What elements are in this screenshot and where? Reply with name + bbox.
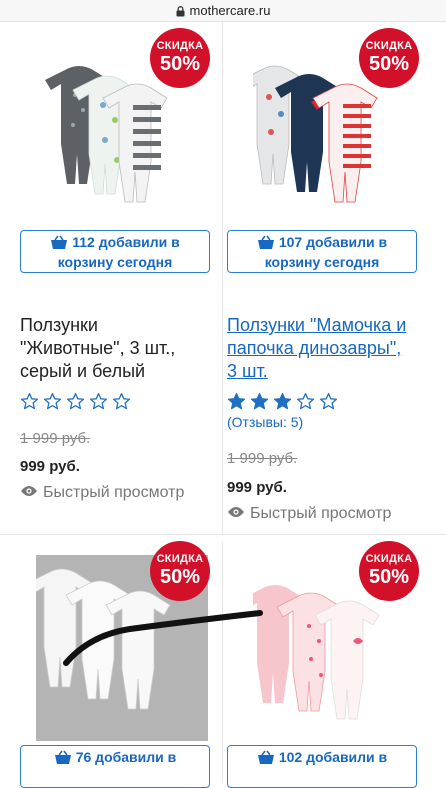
title-line: Ползунки [20, 315, 98, 335]
price: 999 руб. [20, 458, 80, 475]
rating-stars [227, 392, 338, 416]
eye-icon [227, 505, 245, 523]
star-icon [112, 392, 131, 416]
basket-icon [54, 750, 72, 769]
added-to-cart-counter[interactable]: 107 добавили в корзину сегодня [227, 230, 417, 273]
added-to-cart-counter[interactable]: 102 добавили в [227, 745, 417, 788]
star-icon [66, 392, 85, 416]
discount-badge: СКИДКА 50% [150, 541, 210, 601]
old-price: 1 999 руб. [20, 430, 91, 447]
badge-label: СКИДКА [156, 40, 204, 52]
product-card[interactable]: СКИДКА 50% 107 добавили в корзину сегодн… [223, 22, 446, 534]
quick-view-label: Быстрый просмотр [43, 484, 185, 501]
title-line: "Животные", 3 шт., [20, 338, 176, 358]
badge-percent: 50% [159, 566, 201, 588]
star-icon [296, 392, 315, 416]
star-icon [227, 392, 246, 416]
eye-icon [20, 484, 38, 502]
basket-icon [257, 750, 275, 769]
product-title[interactable]: Ползунки "Животные", 3 шт., серый и белы… [20, 314, 175, 383]
star-icon [20, 392, 39, 416]
address-bar[interactable]: mothercare.ru [0, 0, 446, 22]
counter-line1: 107 добавили в [278, 234, 388, 250]
counter-line1: 102 добавили в [278, 749, 388, 765]
star-icon [319, 392, 338, 416]
url-text: mothercare.ru [189, 3, 271, 18]
badge-percent: 50% [368, 566, 410, 588]
reviews-link[interactable]: (Отзывы: 5) [227, 414, 303, 430]
quick-view-label: Быстрый просмотр [250, 505, 392, 522]
old-price: 1 999 руб. [227, 450, 298, 467]
counter-line1: 112 добавили в [72, 234, 180, 250]
counter-line2: корзину сегодня [57, 254, 173, 270]
badge-percent: 50% [368, 53, 410, 75]
counter-line1: 76 добавили в [75, 749, 177, 765]
quick-view-link[interactable]: Быстрый просмотр [227, 505, 391, 523]
badge-label: СКИДКА [365, 40, 413, 52]
title-line: папочка динозавры", [227, 338, 402, 358]
title-line: 3 шт. [227, 361, 268, 381]
basket-icon [50, 235, 68, 254]
lock-icon [176, 5, 185, 16]
title-line: Ползунки "Мамочка и [227, 315, 407, 335]
basket-icon [257, 235, 275, 254]
star-icon [250, 392, 269, 416]
quick-view-link[interactable]: Быстрый просмотр [20, 484, 184, 502]
rating-stars [20, 392, 131, 416]
discount-badge: СКИДКА 50% [359, 541, 419, 601]
badge-percent: 50% [159, 53, 201, 75]
discount-badge: СКИДКА 50% [150, 28, 210, 88]
title-line: серый и белый [20, 361, 146, 381]
star-icon [89, 392, 108, 416]
added-to-cart-counter[interactable]: 76 добавили в [20, 745, 210, 788]
price: 999 руб. [227, 479, 287, 496]
star-icon [43, 392, 62, 416]
scribble-stroke [63, 610, 263, 666]
badge-label: СКИДКА [365, 553, 413, 565]
badge-label: СКИДКА [156, 553, 204, 565]
product-card[interactable]: СКИДКА 50% 112 добавили в корзину сегодн… [0, 22, 223, 534]
star-icon [273, 392, 292, 416]
product-title-link[interactable]: Ползунки "Мамочка и папочка динозавры", … [227, 314, 406, 383]
discount-badge: СКИДКА 50% [359, 28, 419, 88]
added-to-cart-counter[interactable]: 112 добавили в корзину сегодня [20, 230, 210, 273]
counter-line2: корзину сегодня [264, 254, 380, 270]
